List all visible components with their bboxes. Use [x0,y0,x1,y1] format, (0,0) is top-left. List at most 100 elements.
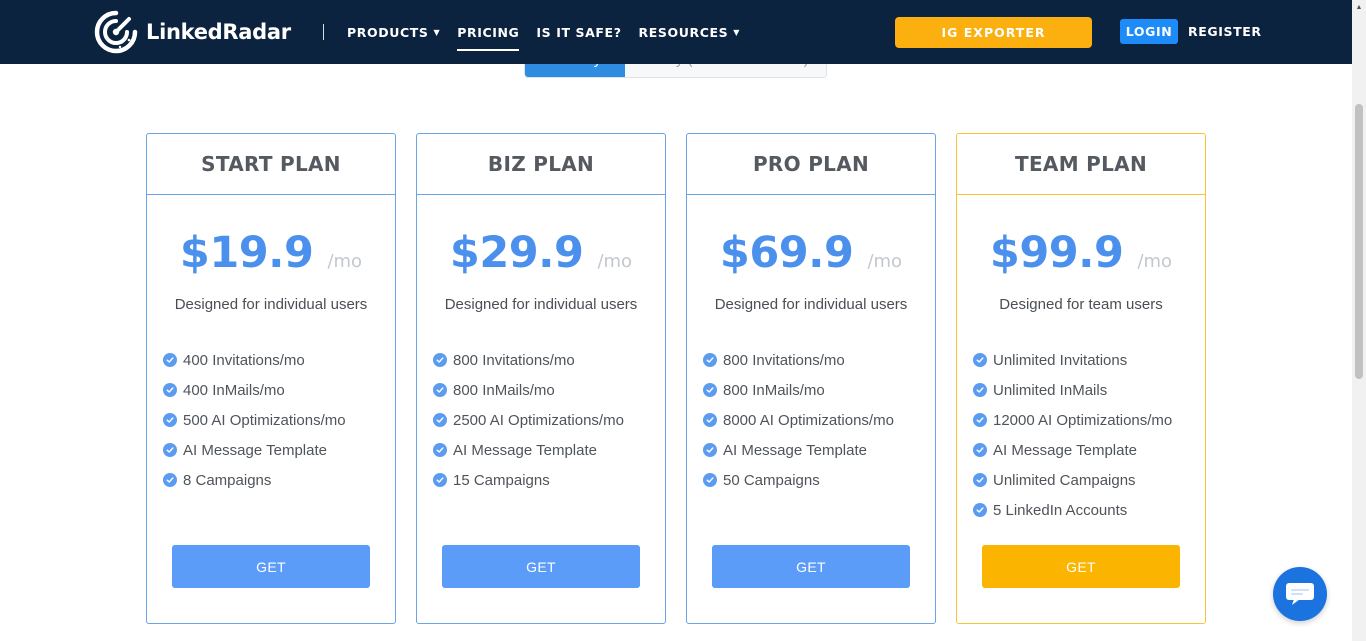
price-period: /mo [327,251,363,272]
plan-card-start: START PLAN $19.9 /mo Designed for indivi… [146,133,396,624]
price-row: $29.9 /mo [417,228,665,278]
feature-label: 500 AI Optimizations/mo [183,411,346,429]
plan-title: TEAM PLAN [1015,152,1147,176]
feature-item: 8000 AI Optimizations/mo [703,405,935,435]
check-circle-icon [973,413,987,427]
feature-item: 800 Invitations/mo [703,345,935,375]
get-pro-plan-button[interactable]: GET [712,545,910,588]
chat-bubble-icon [1286,583,1314,605]
feature-item: Unlimited InMails [973,375,1205,405]
plan-price: $99.9 [989,228,1124,278]
feature-label: 400 InMails/mo [183,381,285,399]
scroll-up-arrow-icon[interactable]: ▲ [1352,0,1366,14]
plan-card-header: BIZ PLAN [417,134,665,195]
feature-item: 800 Invitations/mo [433,345,665,375]
register-link[interactable]: REGISTER [1188,24,1262,39]
plan-card-header: TEAM PLAN [957,134,1205,195]
nav-item-label: RESOURCES [638,24,729,40]
nav-item-products[interactable]: PRODUCTS ▼ [347,0,440,64]
feature-label: 400 Invitations/mo [183,351,305,369]
nav-item-resources[interactable]: RESOURCES ▼ [639,0,740,64]
get-team-plan-button[interactable]: GET [982,545,1180,588]
feature-list: 400 Invitations/mo 400 InMails/mo 500 AI… [147,345,395,495]
feature-list: 800 Invitations/mo 800 InMails/mo 2500 A… [417,345,665,495]
plan-title: PRO PLAN [752,152,870,176]
check-circle-icon [433,473,447,487]
price-row: $19.9 /mo [147,228,395,278]
feature-label: AI Message Template [453,441,597,459]
feature-label: 8 Campaigns [183,471,272,489]
feature-label: 800 Invitations/mo [723,351,845,369]
feature-item: 800 InMails/mo [433,375,665,405]
plan-card-header: START PLAN [147,134,395,195]
check-circle-icon [973,353,987,367]
plan-price: $29.9 [449,228,584,278]
feature-label: 5 LinkedIn Accounts [993,501,1128,519]
feature-item: 400 Invitations/mo [163,345,395,375]
brand-logo[interactable]: LinkedRadar [92,9,291,55]
nav-item-label: PRODUCTS [347,24,429,40]
feature-item: 500 AI Optimizations/mo [163,405,395,435]
feature-label: 50 Campaigns [723,471,820,489]
feature-label: 12000 AI Optimizations/mo [993,411,1173,429]
page-scrollbar[interactable]: ▲ [1352,0,1366,641]
check-circle-icon [703,353,717,367]
feature-label: 15 Campaigns [453,471,550,489]
check-circle-icon [163,413,177,427]
plan-card-team: TEAM PLAN $99.9 /mo Designed for team us… [956,133,1206,624]
nav-divider [323,24,324,40]
chat-launcher-button[interactable] [1273,567,1327,621]
radar-logo-icon [94,10,138,54]
plan-title: START PLAN [201,152,341,176]
feature-label: Unlimited Invitations [993,351,1128,369]
check-circle-icon [973,443,987,457]
main-nav: PRODUCTS ▼ PRICING IS IT SAFE? RESOURCES… [347,0,757,64]
check-circle-icon [433,443,447,457]
get-start-plan-button[interactable]: GET [172,545,370,588]
feature-label: 2500 AI Optimizations/mo [453,411,624,429]
feature-item: AI Message Template [433,435,665,465]
login-button[interactable]: LOGIN [1120,19,1178,44]
check-circle-icon [703,473,717,487]
feature-list: Unlimited Invitations Unlimited InMails … [957,345,1205,525]
get-biz-plan-button[interactable]: GET [442,545,640,588]
brand-name: LinkedRadar [146,20,291,44]
plan-description: Designed for individual users [174,296,368,313]
feature-item: Unlimited Invitations [973,345,1205,375]
check-circle-icon [163,353,177,367]
feature-label: 800 Invitations/mo [453,351,575,369]
scroll-thumb[interactable] [1355,104,1363,379]
feature-item: AI Message Template [703,435,935,465]
feature-label: Unlimited InMails [993,381,1108,399]
check-circle-icon [163,383,177,397]
plan-card-header: PRO PLAN [687,134,935,195]
plan-card-biz: BIZ PLAN $29.9 /mo Designed for individu… [416,133,666,624]
feature-label: 800 InMails/mo [453,381,555,399]
feature-item: 2500 AI Optimizations/mo [433,405,665,435]
price-row: $99.9 /mo [957,228,1205,278]
feature-label: AI Message Template [723,441,867,459]
price-period: /mo [597,251,633,272]
caret-down-icon: ▼ [433,27,441,37]
check-circle-icon [163,443,177,457]
feature-label: Unlimited Campaigns [993,471,1136,489]
feature-item: 800 InMails/mo [703,375,935,405]
caret-down-icon: ▼ [733,27,740,37]
nav-item-label: PRICING [457,24,520,40]
feature-item: 5 LinkedIn Accounts [973,495,1205,525]
nav-item-is-it-safe[interactable]: IS IT SAFE? [536,0,621,64]
check-circle-icon [703,383,717,397]
plan-price: $19.9 [179,228,314,278]
check-circle-icon [433,413,447,427]
plan-description: Designed for individual users [444,296,638,313]
feature-label: 800 InMails/mo [723,381,825,399]
plan-description: Designed for individual users [714,296,908,313]
feature-item: AI Message Template [163,435,395,465]
feature-item: Unlimited Campaigns [973,465,1205,495]
price-period: /mo [1137,251,1173,272]
nav-item-pricing[interactable]: PRICING [457,0,520,64]
check-circle-icon [973,473,987,487]
ig-exporter-button[interactable]: IG EXPORTER [895,17,1092,48]
plan-price: $69.9 [719,228,854,278]
check-circle-icon [433,383,447,397]
